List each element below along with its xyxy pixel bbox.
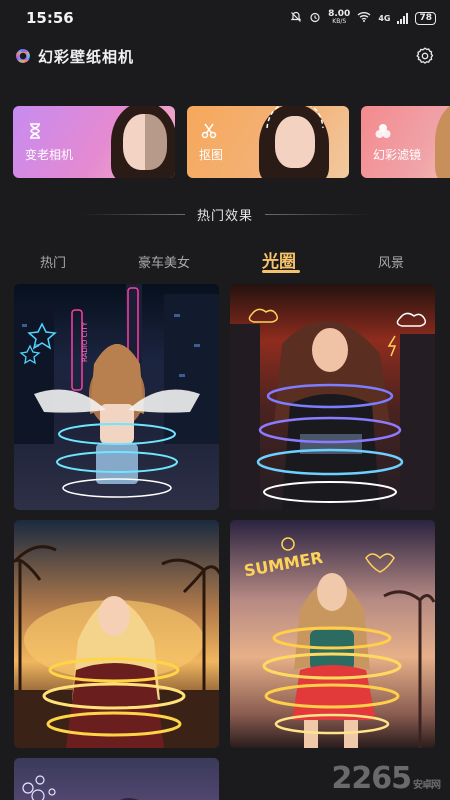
battery-indicator: 78 [415,11,436,25]
network-speed: 8.00 KB/S [328,9,351,26]
dashed-outline [266,106,324,129]
app-logo-icon [16,49,30,63]
feature-label: 变老相机 [25,148,74,162]
status-icons: 8.00 KB/S 4G 78 [290,10,436,26]
scissors-icon [201,123,217,139]
feature-row: 变老相机 抠图 幻彩滤镜 [13,106,450,178]
effect-tile[interactable] [14,520,219,748]
divider [80,213,185,215]
network-type: 4G [378,13,391,23]
app-title: 幻彩壁纸相机 [38,47,135,66]
app-header: 幻彩壁纸相机 [0,38,450,74]
feature-card-aging[interactable]: 变老相机 [13,106,175,178]
portrait-face [123,114,167,170]
hourglass-icon [30,123,40,139]
filter-icon [375,124,391,138]
brand: 幻彩壁纸相机 [16,46,134,67]
mute-icon [290,11,302,26]
radio-city-sign: RADIO CITY [81,321,89,362]
gear-icon[interactable] [414,45,436,67]
feature-card-filter[interactable]: 幻彩滤镜 [361,106,450,178]
feature-card-cutout[interactable]: 抠图 [187,106,349,178]
effect-tile[interactable]: SUMMER [230,520,435,748]
category-tabs: 热门 豪车美女 光圈 风景 [0,244,450,278]
feature-label: 幻彩滤镜 [373,148,422,162]
tab-halo[interactable]: 光圈 [262,247,296,272]
status-time: 15:56 [26,9,74,27]
effect-preview-image: RADIO CITY [14,284,219,498]
summer-text: SUMMER [242,548,324,581]
section-heading: 热门效果 [0,202,450,226]
effect-preview-image [22,775,139,800]
status-bar: 15:56 8.00 KB/S 4G 78 [0,0,450,36]
tab-hot[interactable]: 热门 [40,252,66,271]
portrait-hair [435,106,450,178]
watermark: 2265 安卓网 [331,761,442,796]
effect-preview-image: SUMMER [242,537,435,748]
feature-label: 抠图 [199,148,224,162]
signal-icon [397,12,409,24]
wifi-icon [357,11,371,25]
section-title: 热门效果 [196,208,253,224]
alarm-icon [309,11,321,26]
effect-preview-image [14,545,219,748]
effect-tile[interactable] [14,758,219,800]
tab-scenery[interactable]: 风景 [378,252,404,271]
active-tab-indicator [262,270,300,273]
tab-luxury-cars[interactable]: 豪车美女 [138,252,190,271]
divider [265,213,369,215]
effect-tile[interactable]: RADIO CITY [14,284,219,510]
effect-tile[interactable] [230,284,435,510]
effect-preview-image [230,308,435,510]
